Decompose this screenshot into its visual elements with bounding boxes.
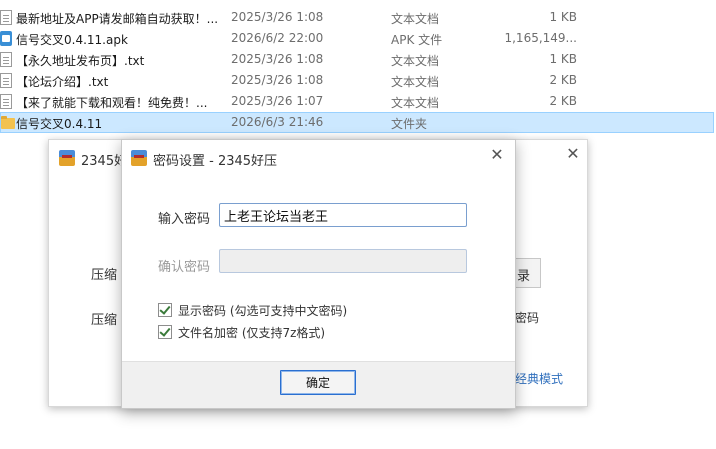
file-size: 1,165,149... <box>504 31 577 45</box>
file-size: 1 KB <box>549 10 577 24</box>
file-type: 文本文档 <box>391 54 440 68</box>
file-name: 【永久地址发布页】.txt <box>16 54 145 68</box>
file-date: 2026/6/3 21:46 <box>231 115 324 129</box>
file-row[interactable]: 信号交叉0.4.11.apk 2026/6/2 22:00 APK 文件 1,1… <box>0 28 716 49</box>
dialog-footer: 确定 <box>122 361 515 408</box>
file-size: 2 KB <box>549 73 577 87</box>
file-size: 1 KB <box>549 52 577 66</box>
ok-button[interactable]: 确定 <box>280 370 356 395</box>
file-name: 【来了就能下载和观看！纯免费！... <box>16 96 208 110</box>
file-row[interactable]: 【永久地址发布页】.txt 2025/3/26 1:08 文本文档 1 KB <box>0 49 716 70</box>
file-row[interactable]: 最新地址及APP请发邮箱自动获取！... 2025/3/26 1:08 文本文档… <box>0 7 716 28</box>
show-password-label: 显示密码 (勾选可支持中文密码) <box>178 304 348 318</box>
password-label: 输入密码 <box>158 212 211 227</box>
app-logo-icon <box>59 150 75 166</box>
checkmark-icon <box>159 325 171 337</box>
browse-button-label: 录 <box>516 269 530 284</box>
file-date: 2026/6/2 22:00 <box>231 31 324 45</box>
file-type: 文件夹 <box>391 117 428 131</box>
file-name: 信号交叉0.4.11 <box>16 117 103 131</box>
password-text: 密码 <box>515 311 540 325</box>
checkmark-icon <box>159 303 171 315</box>
text-document-icon <box>0 10 12 25</box>
encrypt-filenames-checkbox[interactable] <box>158 325 172 339</box>
file-date: 2025/3/26 1:08 <box>231 10 324 24</box>
show-password-checkbox[interactable] <box>158 303 172 317</box>
file-name: 【论坛介绍】.txt <box>16 75 109 89</box>
dialog-title-text: 密码设置 - 2345好压 <box>153 154 278 169</box>
password-dialog: 密码设置 - 2345好压 ✕ 输入密码 确认密码 显示密码 (勾选可支持中文密… <box>121 139 516 409</box>
close-icon[interactable]: ✕ <box>489 147 505 163</box>
app-logo-icon <box>131 150 147 166</box>
file-size: 2 KB <box>549 94 577 108</box>
file-row-selected[interactable]: 信号交叉0.4.11 2026/6/3 21:46 文件夹 <box>0 112 714 133</box>
confirm-password-input[interactable] <box>219 249 467 273</box>
password-input[interactable] <box>219 203 467 227</box>
compress-label: 压缩 <box>91 313 118 328</box>
file-list: 最新地址及APP请发邮箱自动获取！... 2025/3/26 1:08 文本文档… <box>0 7 716 133</box>
classic-mode-link[interactable]: 经典模式 <box>515 370 563 387</box>
file-date: 2025/3/26 1:08 <box>231 52 324 66</box>
compress-label: 压缩 <box>91 268 118 283</box>
file-type: APK 文件 <box>391 33 443 47</box>
text-document-icon <box>0 94 12 109</box>
close-icon[interactable]: ✕ <box>565 146 581 162</box>
text-document-icon <box>0 52 12 67</box>
file-name: 最新地址及APP请发邮箱自动获取！... <box>16 12 219 26</box>
file-date: 2025/3/26 1:08 <box>231 73 324 87</box>
text-document-icon <box>0 73 12 88</box>
file-type: 文本文档 <box>391 96 440 110</box>
apk-file-icon <box>0 31 12 46</box>
folder-icon <box>1 116 15 129</box>
file-row[interactable]: 【论坛介绍】.txt 2025/3/26 1:08 文本文档 2 KB <box>0 70 716 91</box>
file-row[interactable]: 【来了就能下载和观看！纯免费！... 2025/3/26 1:07 文本文档 2… <box>0 91 716 112</box>
file-type: 文本文档 <box>391 75 440 89</box>
file-date: 2025/3/26 1:07 <box>231 94 324 108</box>
confirm-password-label: 确认密码 <box>158 260 211 275</box>
file-name: 信号交叉0.4.11.apk <box>16 33 128 47</box>
encrypt-filenames-label: 文件名加密 (仅支持7z格式) <box>178 326 326 340</box>
file-type: 文本文档 <box>391 12 440 26</box>
